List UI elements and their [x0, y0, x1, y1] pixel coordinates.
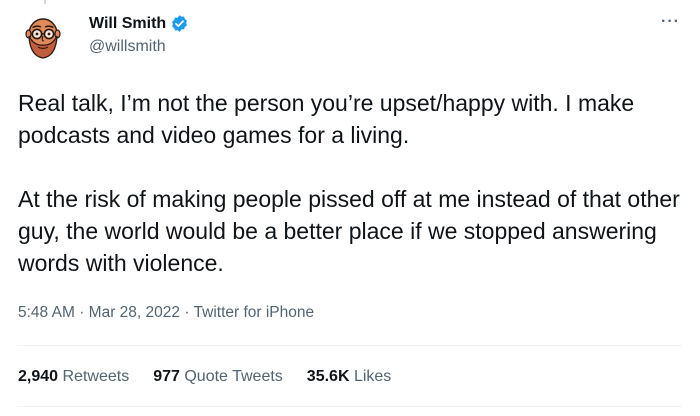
- meta-separator: ·: [184, 304, 194, 321]
- retweets-label: Retweets: [62, 368, 130, 385]
- author-handle[interactable]: @willsmith: [89, 38, 166, 56]
- tweet-card: Will Smith @willsmith ··· Real talk, I’m…: [0, 0, 700, 416]
- retweets-stat[interactable]: 2,940 Retweets: [18, 368, 129, 386]
- verified-badge-icon: [170, 14, 189, 33]
- tweet-date[interactable]: Mar 28, 2022: [89, 304, 180, 321]
- tweet-text: Real talk, I’m not the person you’re ups…: [18, 87, 690, 279]
- tweet-stats: 2,940 Retweets 977 Quote Tweets 35.6K Li…: [18, 368, 415, 386]
- tweet-meta: 5:48 AM · Mar 28, 2022 · Twitter for iPh…: [18, 304, 314, 322]
- quote-tweets-label: Quote Tweets: [184, 368, 283, 385]
- author-name-row: Will Smith: [89, 14, 189, 33]
- quote-tweets-stat[interactable]: 977 Quote Tweets: [153, 368, 283, 386]
- likes-count: 35.6K: [306, 368, 350, 385]
- likes-stat[interactable]: 35.6K Likes: [307, 368, 392, 386]
- more-options-icon[interactable]: ···: [661, 14, 680, 30]
- likes-label: Likes: [353, 368, 392, 385]
- author-name[interactable]: Will Smith: [89, 15, 166, 33]
- tweet-paragraph: Real talk, I’m not the person you’re ups…: [18, 90, 635, 148]
- divider: [18, 345, 682, 346]
- retweets-count: 2,940: [18, 368, 59, 385]
- tweet-time[interactable]: 5:48 AM: [18, 304, 75, 321]
- avatar[interactable]: [18, 12, 68, 62]
- tweet-source[interactable]: Twitter for iPhone: [194, 304, 315, 321]
- quote-tweets-count: 977: [153, 368, 180, 385]
- tweet-paragraph: At the risk of making people pissed off …: [18, 186, 680, 276]
- meta-separator: ·: [79, 304, 89, 321]
- avatar-illustration-icon: [18, 12, 68, 62]
- thread-line: [44, 0, 46, 4]
- divider: [18, 406, 682, 407]
